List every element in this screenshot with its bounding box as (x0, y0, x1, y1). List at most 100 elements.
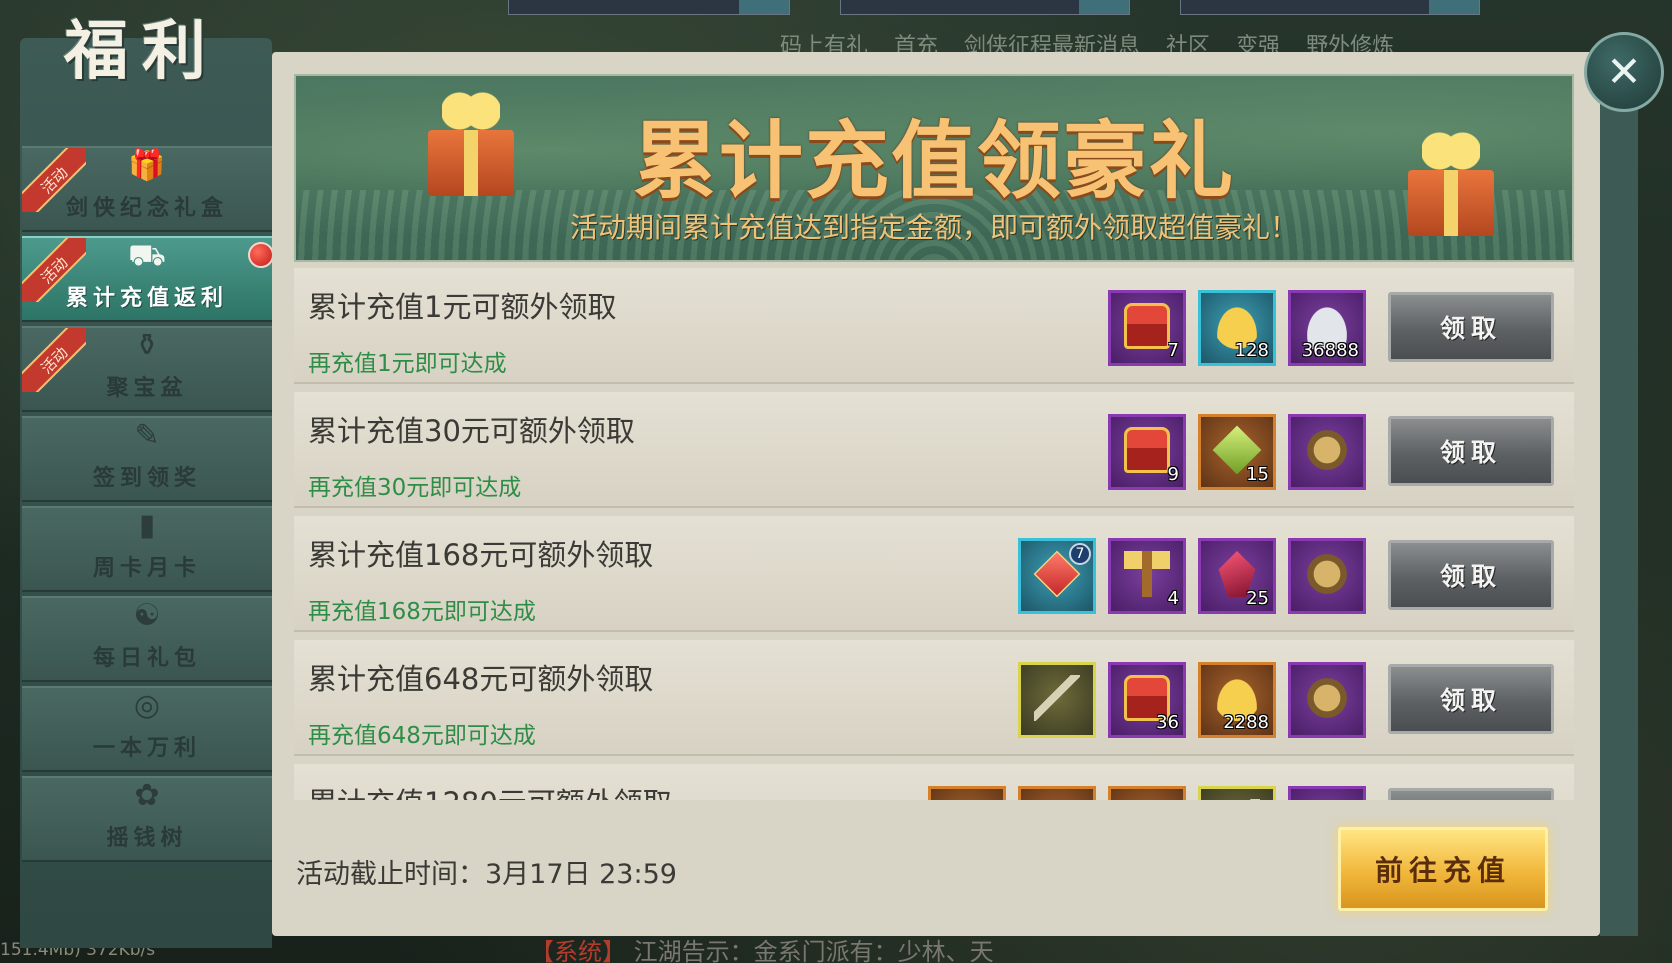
blade-icon (1034, 675, 1080, 721)
ribbon-text: 活动 (22, 148, 86, 212)
item-count: 15 (1246, 464, 1269, 485)
sidebar-item-label: 累计充值返利 (65, 285, 228, 311)
reward-row: 累计充值1元可额外领取再充值1元即可达成 7 128 36888 领取 (294, 268, 1574, 384)
sidebar-title: 福利 (64, 14, 220, 89)
reward-row: 累计充值648元可额外领取 再充值648元即可达成 36 2288 领取 (294, 640, 1574, 756)
reward-progress-hint: 再充值168元即可达成 (308, 599, 536, 625)
claim-button[interactable]: 领取 (1388, 292, 1554, 362)
blade-icon (1214, 799, 1260, 800)
reward-item-slot[interactable]: 36 (1108, 662, 1186, 738)
reward-items: 7 4 25 (1018, 538, 1366, 614)
hud-bar-3[interactable] (1180, 0, 1480, 15)
reward-list[interactable]: 累计充值1元可额外领取 再充值1元即可达成 7 128 36888 领取 累计充值30元可额… (294, 268, 1574, 800)
sidebar-item-label: 剑侠纪念礼盒 (65, 195, 228, 221)
crest-icon (1304, 675, 1350, 721)
claim-button[interactable] (1388, 788, 1554, 800)
reward-item-slot[interactable] (1108, 786, 1186, 800)
crest-icon (944, 799, 990, 800)
sidebar-item-label: 聚宝盆 (106, 375, 188, 401)
reward-item-slot[interactable] (1288, 414, 1366, 490)
item-count: 4 (1167, 588, 1179, 609)
sidebar-item[interactable]: ☯ 每日礼包 (22, 596, 272, 682)
reward-item-slot[interactable] (928, 786, 1006, 800)
reward-item-slot[interactable] (1288, 538, 1366, 614)
sidebar-item[interactable]: 🎁 剑侠纪念礼盒 活动 (22, 146, 272, 232)
claim-button[interactable]: 领取 (1388, 664, 1554, 734)
reward-item-slot[interactable]: 128 (1198, 290, 1276, 366)
scroll-icon: ✎ (134, 418, 160, 453)
item-count: 36888 (1301, 340, 1359, 361)
close-icon: ✕ (1606, 47, 1642, 96)
hud-bar-1[interactable] (508, 0, 790, 15)
chat-text: 江湖告示：金系门派有：少林、天 (633, 938, 994, 963)
cart-icon: ⛟ (128, 238, 166, 273)
sidebar-item[interactable]: ◎ 一本万利 (22, 686, 272, 772)
sidebar-item[interactable]: ⛟ 累计充值返利 活动 (22, 236, 274, 322)
sidebar-item[interactable]: ⚱ 聚宝盆 活动 (22, 326, 272, 412)
reward-title: 累计充值1元可额外领取 (308, 290, 617, 324)
reward-item-slot[interactable] (1288, 786, 1366, 800)
crest-icon (1304, 551, 1350, 597)
reward-items (928, 786, 1366, 800)
reward-progress-hint: 再充值1元即可达成 (308, 351, 507, 377)
sidebar-item[interactable]: ▮ 周卡月卡 (22, 506, 272, 592)
panel-right-edge (1600, 52, 1638, 936)
event-ribbon-badge: 活动 (22, 148, 86, 212)
reward-title: 累计充值30元可额外领取 (308, 414, 635, 448)
event-deadline: 活动截止时间：3月17日 23:59 (296, 859, 677, 890)
card-icon: ▮ (138, 508, 156, 543)
system-chat-line: 【系统】 江湖告示：金系门派有：少林、天 (530, 932, 994, 963)
ribbon-text: 活动 (22, 328, 86, 392)
event-ribbon-badge: 活动 (22, 238, 86, 302)
crest-icon (1304, 799, 1350, 800)
coin-icon: ◎ (133, 688, 161, 723)
item-count: 7 (1167, 340, 1179, 361)
crest-icon (1124, 799, 1170, 800)
notification-dot (248, 242, 274, 268)
reward-item-slot[interactable] (1018, 662, 1096, 738)
reward-item-slot[interactable]: 25 (1198, 538, 1276, 614)
ribbon-text: 活动 (22, 238, 86, 302)
reward-progress-hint: 再充值30元即可达成 (308, 475, 522, 501)
reward-title: 累计充值168元可额外领取 (308, 538, 654, 572)
reward-row: 累计充值1280元可额外领取 (294, 764, 1574, 800)
money-tree-icon: ✿ (134, 778, 160, 813)
reward-item-slot[interactable] (1288, 662, 1366, 738)
reward-item-slot[interactable]: 7 (1108, 290, 1186, 366)
crest-icon (1304, 427, 1350, 473)
sidebar-item-label: 摇钱树 (106, 825, 188, 851)
reward-item-slot[interactable]: 15 (1198, 414, 1276, 490)
reward-title: 累计充值648元可额外领取 (308, 662, 654, 696)
reward-items: 9 15 (1108, 414, 1366, 490)
sidebar-item[interactable]: ✿ 摇钱树 (22, 776, 272, 862)
reward-item-slot[interactable]: 9 (1108, 414, 1186, 490)
reward-title: 累计充值1280元可额外领取 (308, 780, 672, 800)
item-count: 25 (1246, 588, 1269, 609)
reward-item-slot[interactable]: 7 (1018, 538, 1096, 614)
gift-box-icon: 🎁 (128, 148, 166, 183)
reward-item-slot[interactable] (1198, 786, 1276, 800)
sidebar-item-label: 签到领奖 (92, 465, 201, 491)
sidebar-item[interactable]: ✎ 签到领奖 (22, 416, 272, 502)
go-recharge-button[interactable]: 前往充值 (1338, 827, 1548, 911)
event-ribbon-badge: 活动 (22, 328, 86, 392)
reward-items: 7 128 36888 (1108, 290, 1366, 366)
crest-icon (1034, 799, 1080, 800)
item-count: 36 (1156, 712, 1179, 733)
reward-item-slot[interactable]: 36888 (1288, 290, 1366, 366)
item-count: 128 (1234, 340, 1269, 361)
hud-bar-2[interactable] (840, 0, 1130, 15)
banner-title: 累计充值领豪礼 (632, 112, 1235, 210)
chest-icon (1124, 303, 1170, 349)
close-button[interactable]: ✕ (1584, 32, 1664, 112)
reward-row: 累计充值30元可额外领取再充值30元即可达成 9 15 领取 (294, 392, 1574, 508)
item-count: 9 (1167, 464, 1179, 485)
reward-item-slot[interactable]: 4 (1108, 538, 1186, 614)
reward-item-slot[interactable]: 2288 (1198, 662, 1276, 738)
reward-item-slot[interactable] (1018, 786, 1096, 800)
item-count: 2288 (1223, 712, 1269, 733)
event-banner: 累计充值领豪礼 活动期间累计充值达到指定金额，即可额外领取超值豪礼！ (294, 74, 1574, 262)
chat-system-tag: 【系统】 (530, 938, 626, 963)
claim-button[interactable]: 领取 (1388, 416, 1554, 486)
claim-button[interactable]: 领取 (1388, 540, 1554, 610)
